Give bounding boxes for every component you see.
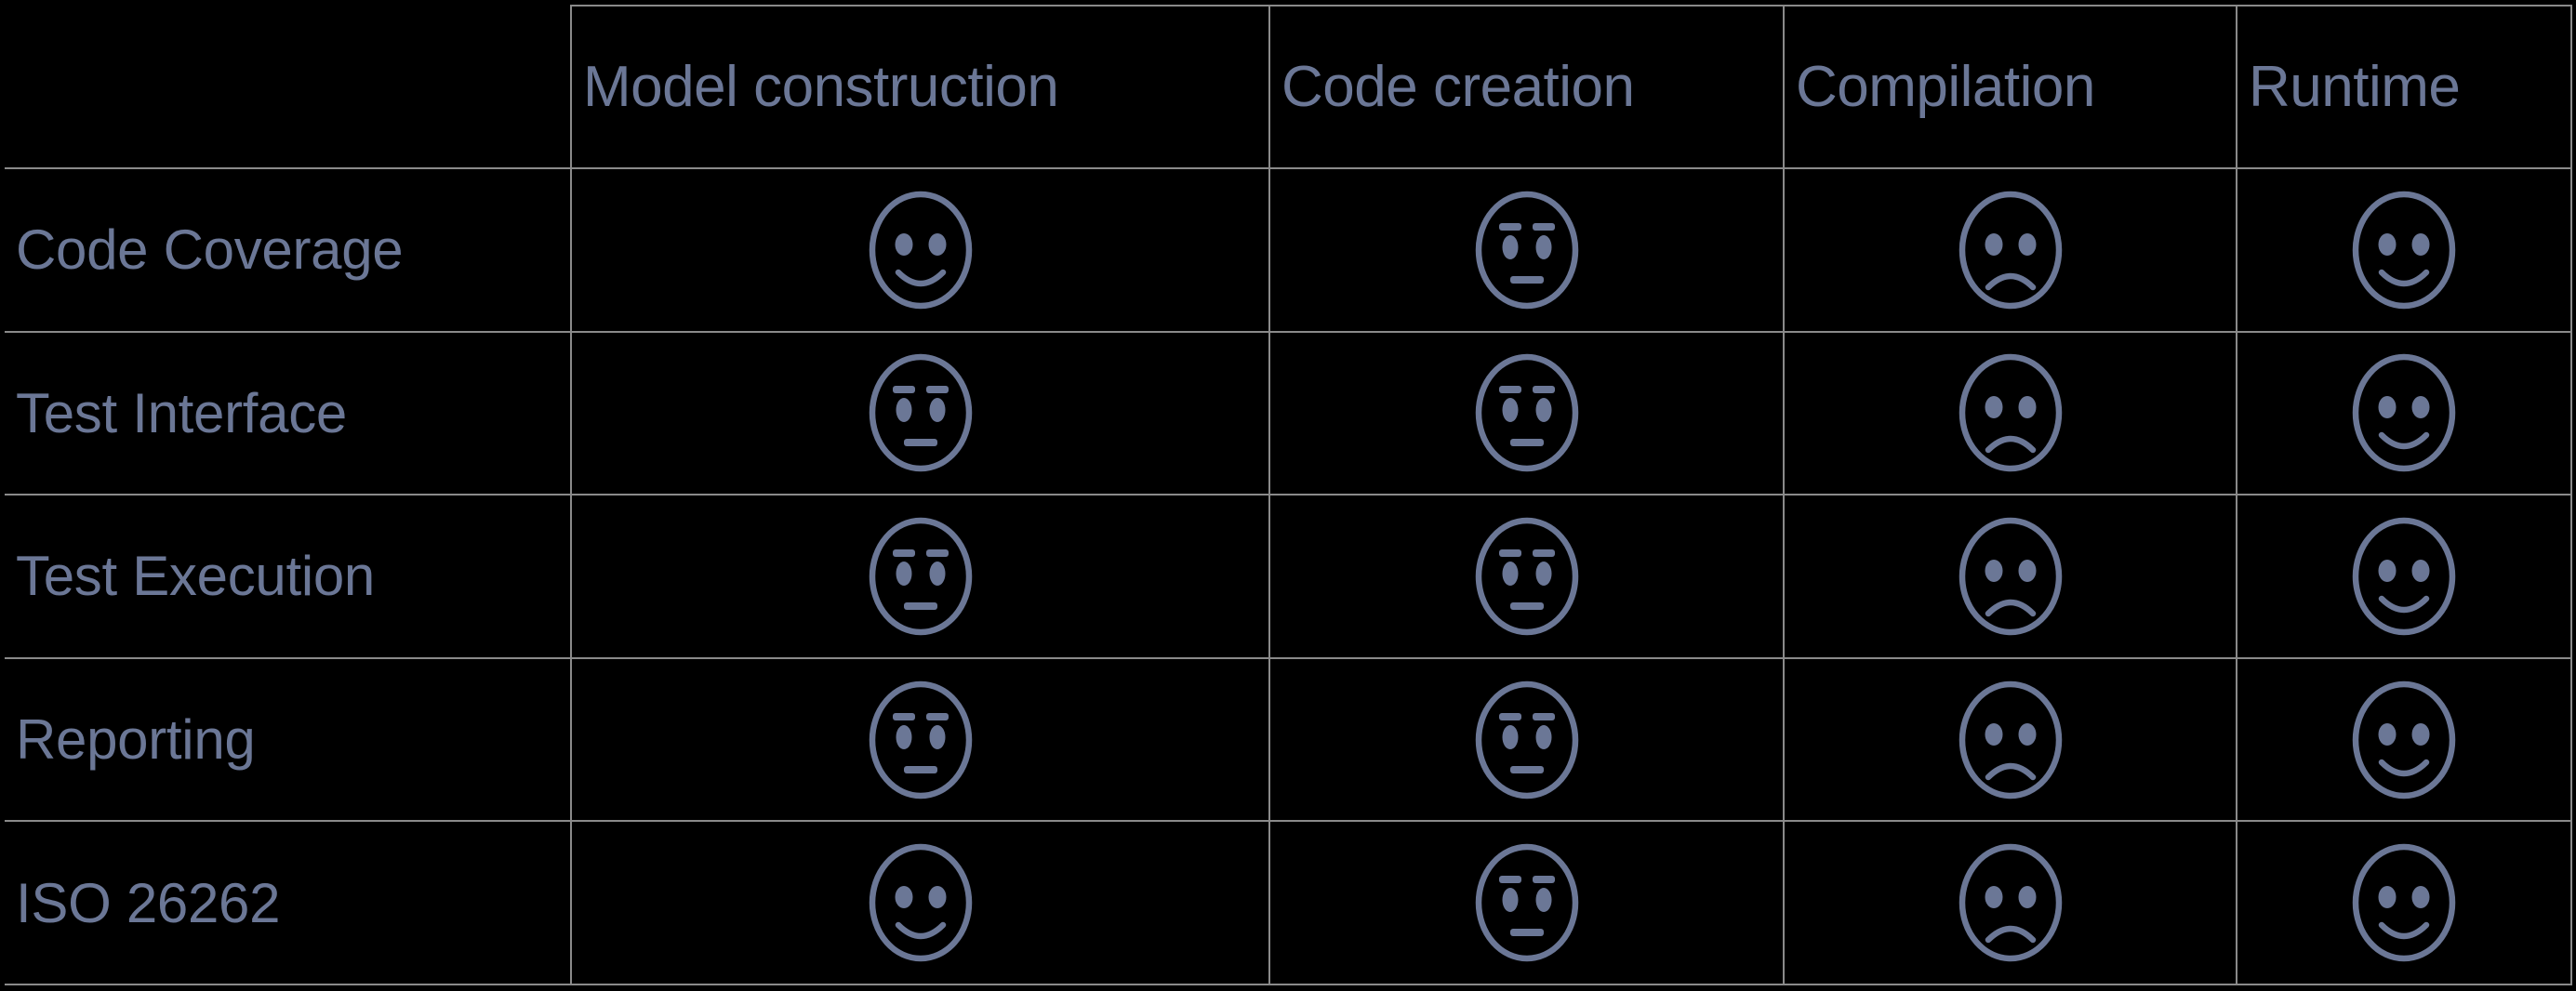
rating-icon-slot <box>1270 822 1783 984</box>
cell-test-interface-model-construction <box>570 330 1270 496</box>
happy-face-icon <box>2352 843 2456 962</box>
row-header-iso-26262: ISO 26262 <box>5 820 572 985</box>
column-header-model-construction: Model construction <box>570 5 1270 169</box>
rating-icon-slot <box>572 496 1268 657</box>
cell-test-execution-runtime <box>2236 494 2572 659</box>
sad-face-icon <box>1959 680 2062 799</box>
happy-face-icon <box>869 843 972 962</box>
row-header-reporting: Reporting <box>5 656 572 823</box>
cell-code-coverage-runtime <box>2236 167 2572 333</box>
rating-icon-slot <box>1785 333 2236 495</box>
matrix-figure: Model construction Code creation Compila… <box>0 0 2576 991</box>
happy-face-icon <box>2352 680 2456 799</box>
cell-test-interface-compilation <box>1783 330 2237 496</box>
happy-face-icon <box>869 191 972 310</box>
cell-iso-26262-model-construction <box>570 820 1270 985</box>
rating-icon-slot <box>1270 169 1783 331</box>
neutral-face-icon <box>869 680 972 799</box>
neutral-face-icon <box>869 517 972 636</box>
neutral-face-icon <box>1475 680 1578 799</box>
row-header-test-execution: Test Execution <box>5 494 572 659</box>
neutral-face-icon <box>1475 517 1578 636</box>
corner-cell <box>5 6 571 168</box>
cell-code-coverage-model-construction <box>570 167 1270 333</box>
support-matrix-table: Model construction Code creation Compila… <box>5 5 2572 985</box>
cell-reporting-runtime <box>2236 656 2572 823</box>
cell-test-execution-model-construction <box>570 494 1270 659</box>
cell-test-execution-compilation <box>1783 494 2237 659</box>
rating-icon-slot <box>572 333 1268 495</box>
table-row: Test Execution <box>5 494 2572 659</box>
cell-code-coverage-compilation <box>1783 167 2237 333</box>
rating-icon-slot <box>1785 822 2236 984</box>
rating-icon-slot <box>2237 822 2570 984</box>
column-header-runtime: Runtime <box>2236 5 2572 169</box>
rating-icon-slot <box>2237 169 2570 331</box>
neutral-face-icon <box>1475 191 1578 310</box>
rating-icon-slot <box>1270 496 1783 657</box>
neutral-face-icon <box>869 354 972 472</box>
rating-icon-slot <box>572 169 1268 331</box>
happy-face-icon <box>2352 354 2456 472</box>
table-header-row: Model construction Code creation Compila… <box>5 5 2572 169</box>
sad-face-icon <box>1959 354 2062 472</box>
cell-test-interface-runtime <box>2236 330 2572 496</box>
neutral-face-icon <box>1475 843 1578 962</box>
rating-icon-slot <box>2237 333 2570 495</box>
cell-test-interface-code-creation <box>1268 330 1785 496</box>
cell-reporting-compilation <box>1783 656 2237 823</box>
table-row: ISO 26262 <box>5 820 2572 985</box>
cell-iso-26262-code-creation <box>1268 820 1785 985</box>
rating-icon-slot <box>2237 659 2570 821</box>
rating-icon-slot <box>1785 169 2236 331</box>
sad-face-icon <box>1959 191 2062 310</box>
rating-icon-slot <box>1785 496 2236 657</box>
rating-icon-slot <box>1270 659 1783 821</box>
column-header-code-creation: Code creation <box>1268 5 1785 169</box>
row-header-code-coverage: Code Coverage <box>5 167 572 333</box>
cell-code-coverage-code-creation <box>1268 167 1785 333</box>
column-header-compilation: Compilation <box>1783 5 2237 169</box>
cell-reporting-code-creation <box>1268 656 1785 823</box>
rating-icon-slot <box>1270 333 1783 495</box>
sad-face-icon <box>1959 843 2062 962</box>
neutral-face-icon <box>1475 354 1578 472</box>
cell-iso-26262-runtime <box>2236 820 2572 985</box>
sad-face-icon <box>1959 517 2062 636</box>
table-body: Code Coverage Test Interface Test Execut… <box>5 167 2572 985</box>
table-row: Test Interface <box>5 330 2572 496</box>
rating-icon-slot <box>2237 496 2570 657</box>
happy-face-icon <box>2352 517 2456 636</box>
rating-icon-slot <box>572 659 1268 821</box>
row-header-test-interface: Test Interface <box>5 330 572 496</box>
cell-test-execution-code-creation <box>1268 494 1785 659</box>
table-row: Reporting <box>5 656 2572 823</box>
happy-face-icon <box>2352 191 2456 310</box>
cell-iso-26262-compilation <box>1783 820 2237 985</box>
rating-icon-slot <box>1785 659 2236 821</box>
table-row: Code Coverage <box>5 167 2572 333</box>
cell-reporting-model-construction <box>570 656 1270 823</box>
rating-icon-slot <box>572 822 1268 984</box>
